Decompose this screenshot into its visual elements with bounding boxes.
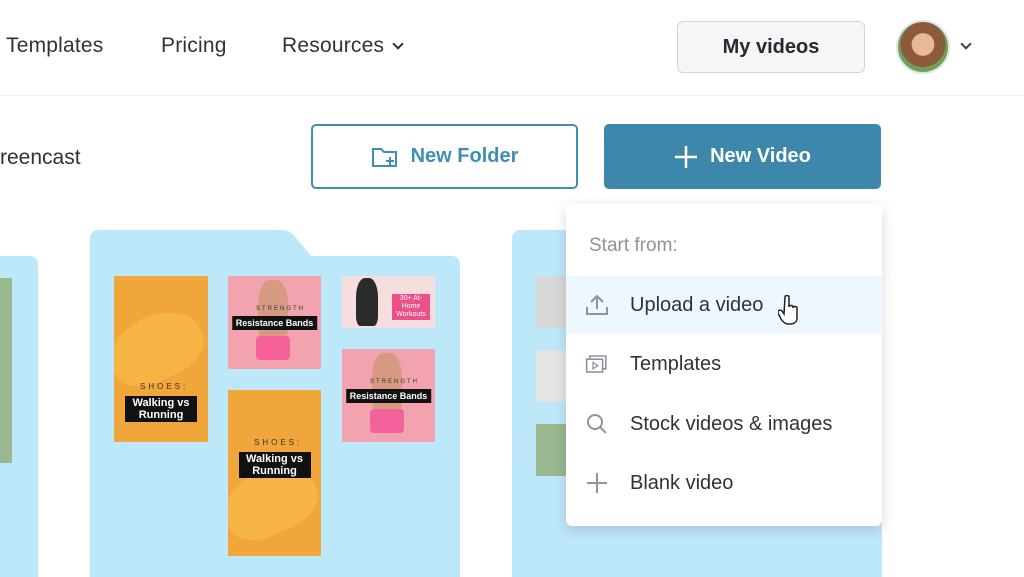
thumbnail-caption: Resistance Bands <box>231 316 318 330</box>
search-icon <box>585 412 609 436</box>
plus-icon <box>675 145 698 168</box>
menu-item-label: Stock videos & images <box>630 412 833 435</box>
page-title: reencast <box>0 146 81 169</box>
menu-item-blank-video[interactable]: Blank video <box>566 454 882 512</box>
upload-icon <box>585 293 609 317</box>
plus-icon <box>585 471 609 495</box>
chevron-down-icon[interactable] <box>960 38 972 50</box>
menu-item-upload-video[interactable]: Upload a video <box>566 276 882 334</box>
thumbnail-caption: SHOES: <box>140 382 189 391</box>
menu-item-label: Blank video <box>630 471 734 494</box>
menu-item-label: Templates <box>630 352 722 375</box>
new-folder-label: New Folder <box>410 145 519 167</box>
video-thumbnail[interactable]: STRENGTH Resistance Bands <box>228 276 321 369</box>
new-video-label: New Video <box>710 145 811 167</box>
nav-templates-link[interactable]: Templates <box>6 34 104 58</box>
new-video-button[interactable]: New Video <box>604 124 881 189</box>
thumbnail-caption: STRENGTH <box>370 379 419 385</box>
top-nav: Templates Pricing Resources My videos <box>0 0 1024 96</box>
athlete-image <box>356 278 378 326</box>
new-video-dropdown: Start from: Upload a video Templates Sto… <box>566 204 882 526</box>
chevron-down-icon <box>392 38 404 50</box>
video-thumbnail[interactable]: SHOES: Walking vs Running <box>114 276 208 442</box>
video-thumbnail[interactable]: 30+ At-Home Workouts <box>342 276 435 328</box>
menu-item-stock-videos[interactable]: Stock videos & images <box>566 395 882 453</box>
folder-card[interactable]: SHOES: Walking vs Running STRENGTH Resis… <box>90 256 460 577</box>
nav-resources-menu[interactable]: Resources <box>282 34 404 58</box>
hand-cursor-icon <box>778 295 798 325</box>
video-thumbnail[interactable]: SHOES: Walking vs Running <box>228 390 321 556</box>
templates-icon <box>585 352 609 376</box>
my-videos-button[interactable]: My videos <box>677 21 865 73</box>
shorts-image <box>256 336 290 360</box>
dropdown-header: Start from: <box>589 235 678 256</box>
video-thumbnail[interactable] <box>0 278 12 463</box>
thumbnail-caption: 30+ At-Home Workouts <box>392 294 430 320</box>
thumbnail-caption: Walking vs Running <box>238 452 311 478</box>
menu-item-templates[interactable]: Templates <box>566 335 882 393</box>
video-thumbnail[interactable]: STRENGTH Resistance Bands <box>342 349 435 442</box>
folder-plus-icon <box>371 147 397 167</box>
new-folder-button[interactable]: New Folder <box>311 124 578 189</box>
shorts-image <box>370 409 404 433</box>
thumbnail-caption: Resistance Bands <box>345 389 432 403</box>
avatar[interactable] <box>896 20 950 74</box>
thumbnail-caption: SHOES: <box>254 438 303 447</box>
nav-pricing-link[interactable]: Pricing <box>161 34 227 58</box>
thumbnail-caption: Walking vs Running <box>125 396 197 422</box>
folder-card[interactable] <box>0 256 38 577</box>
thumbnail-caption: STRENGTH <box>256 306 305 312</box>
nav-resources-label: Resources <box>282 34 385 57</box>
menu-item-label: Upload a video <box>630 293 764 316</box>
